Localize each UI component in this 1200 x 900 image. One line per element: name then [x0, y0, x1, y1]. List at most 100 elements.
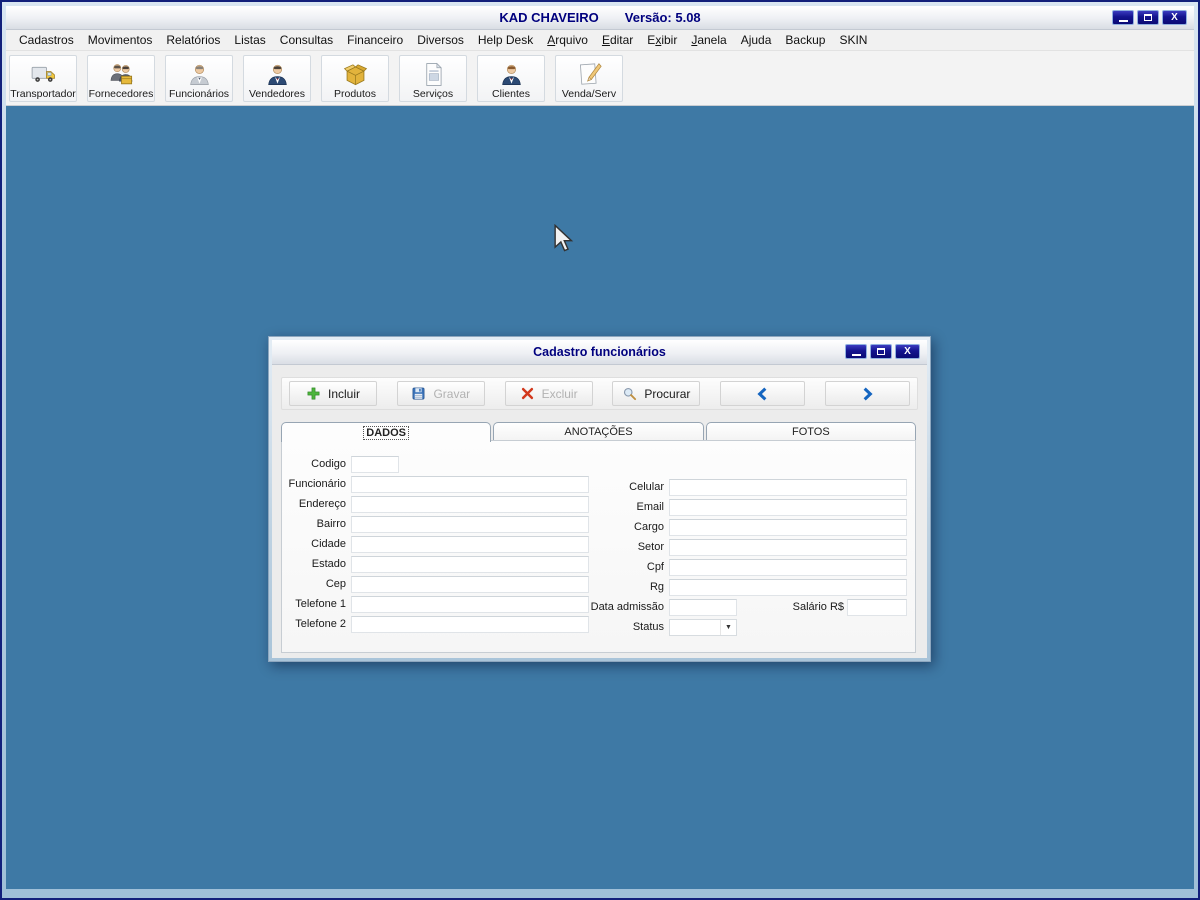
estado-input[interactable]	[351, 556, 589, 573]
cep-input[interactable]	[351, 576, 589, 593]
codigo-input[interactable]	[351, 456, 399, 473]
salario-label: Salário R$	[764, 601, 844, 613]
dialog-close-button[interactable]: X	[895, 344, 920, 359]
toolbar-label: Funcionários	[169, 88, 229, 100]
menu-movimentos[interactable]: Movimentos	[81, 31, 160, 49]
telefone1-input[interactable]	[351, 596, 589, 613]
chevron-left-icon	[755, 386, 771, 402]
telefone2-input[interactable]	[351, 616, 589, 633]
dialog-maximize-button[interactable]	[870, 344, 892, 359]
app-title: KAD CHAVEIRO	[499, 10, 598, 25]
cpf-input[interactable]	[669, 559, 907, 576]
salario-input[interactable]	[847, 599, 907, 616]
tab-anotacoes[interactable]: ANOTAÇÕES	[493, 422, 703, 441]
dados-tab-panel: Codigo Funcionário Endereço Bairro Cidad…	[281, 440, 916, 653]
magnifier-icon	[622, 386, 637, 401]
dropdown-icon: ▼	[720, 620, 736, 635]
data-admissao-input[interactable]	[669, 599, 737, 616]
menu-cadastros[interactable]: Cadastros	[12, 31, 81, 49]
setor-label: Setor	[574, 541, 664, 553]
bairro-label: Bairro	[282, 518, 346, 530]
celular-label: Celular	[574, 481, 664, 493]
telefone2-label: Telefone 2	[282, 618, 346, 630]
truck-icon	[30, 61, 57, 88]
plus-icon	[306, 386, 321, 401]
toolbar-label: Clientes	[492, 88, 530, 100]
toolbar-label: Fornecedores	[89, 88, 154, 100]
setor-input[interactable]	[669, 539, 907, 556]
menu-listas[interactable]: Listas	[227, 31, 272, 49]
toolbar-funcionarios-button[interactable]: Funcionários	[165, 55, 233, 102]
minimize-icon	[852, 354, 861, 356]
dialog-titlebar[interactable]: Cadastro funcionários X	[272, 340, 927, 365]
toolbar-vendedores-button[interactable]: Vendedores	[243, 55, 311, 102]
employees-icon	[186, 61, 213, 88]
main-toolbar: Transportador Fornecedores	[6, 51, 1194, 106]
funcionario-input[interactable]	[351, 476, 589, 493]
cargo-input[interactable]	[669, 519, 907, 536]
incluir-label: Incluir	[328, 387, 360, 401]
maximize-button[interactable]	[1137, 10, 1159, 25]
bairro-input[interactable]	[351, 516, 589, 533]
window-frame: KAD CHAVEIRO Versão: 5.08 X Cadastros Mo…	[2, 2, 1198, 898]
toolbar-label: Transportador	[10, 88, 76, 100]
menu-backup[interactable]: Backup	[778, 31, 832, 49]
toolbar-venda-serv-button[interactable]: Venda/Serv	[555, 55, 623, 102]
cidade-input[interactable]	[351, 536, 589, 553]
menu-editar[interactable]: Editar	[595, 31, 640, 49]
toolbar-transportador-button[interactable]: Transportador	[9, 55, 77, 102]
email-input[interactable]	[669, 499, 907, 516]
estado-label: Estado	[282, 558, 346, 570]
dialog-window-controls: X	[845, 344, 920, 359]
previous-record-button[interactable]	[720, 381, 805, 406]
rg-input[interactable]	[669, 579, 907, 596]
tab-dados[interactable]: DADOS	[281, 422, 491, 442]
data-admissao-label: Data admissão	[574, 601, 664, 613]
toolbar-fornecedores-button[interactable]: Fornecedores	[87, 55, 155, 102]
cidade-label: Cidade	[282, 538, 346, 550]
menu-helpdesk[interactable]: Help Desk	[471, 31, 540, 49]
cep-label: Cep	[282, 578, 346, 590]
cargo-label: Cargo	[574, 521, 664, 533]
toolbar-clientes-button[interactable]: Clientes	[477, 55, 545, 102]
menu-consultas[interactable]: Consultas	[273, 31, 340, 49]
menu-diversos[interactable]: Diversos	[410, 31, 471, 49]
email-label: Email	[574, 501, 664, 513]
toolbar-label: Serviços	[413, 88, 453, 100]
funcionario-label: Funcionário	[282, 478, 346, 490]
maximize-icon	[877, 348, 885, 355]
menu-exibir[interactable]: Exibir	[640, 31, 684, 49]
minimize-button[interactable]	[1112, 10, 1134, 25]
dialog-tabstrip: DADOS ANOTAÇÕES FOTOS	[281, 422, 916, 441]
incluir-button[interactable]: Incluir	[289, 381, 377, 406]
gravar-label: Gravar	[433, 387, 470, 401]
dialog-minimize-button[interactable]	[845, 344, 867, 359]
menu-ajuda[interactable]: Ajuda	[734, 31, 779, 49]
endereco-input[interactable]	[351, 496, 589, 513]
procurar-button[interactable]: Procurar	[612, 381, 700, 406]
close-icon: X	[904, 347, 911, 357]
menu-bar: Cadastros Movimentos Relatórios Listas C…	[6, 30, 1194, 51]
close-icon: X	[1171, 13, 1178, 23]
status-select[interactable]: ▼	[669, 619, 737, 636]
menu-financeiro[interactable]: Financeiro	[340, 31, 410, 49]
toolbar-servicos-button[interactable]: Serviços	[399, 55, 467, 102]
excluir-label: Excluir	[542, 387, 578, 401]
next-record-button[interactable]	[825, 381, 910, 406]
menu-relatorios[interactable]: Relatórios	[159, 31, 227, 49]
excluir-button[interactable]: Excluir	[505, 381, 593, 406]
tab-fotos[interactable]: FOTOS	[706, 422, 916, 441]
dialog-title: Cadastro funcionários	[533, 345, 666, 359]
dialog-action-panel: Incluir Gravar	[281, 377, 918, 410]
menu-arquivo[interactable]: Arquivo	[540, 31, 595, 49]
celular-input[interactable]	[669, 479, 907, 496]
rg-label: Rg	[574, 581, 664, 593]
main-titlebar[interactable]: KAD CHAVEIRO Versão: 5.08 X	[6, 6, 1194, 30]
menu-janela[interactable]: Janela	[684, 31, 733, 49]
main-title: KAD CHAVEIRO Versão: 5.08	[499, 10, 700, 25]
gravar-button[interactable]: Gravar	[397, 381, 485, 406]
menu-skin[interactable]: SKIN	[832, 31, 874, 49]
close-button[interactable]: X	[1162, 10, 1187, 25]
codigo-label: Codigo	[282, 458, 346, 470]
toolbar-produtos-button[interactable]: Produtos	[321, 55, 389, 102]
